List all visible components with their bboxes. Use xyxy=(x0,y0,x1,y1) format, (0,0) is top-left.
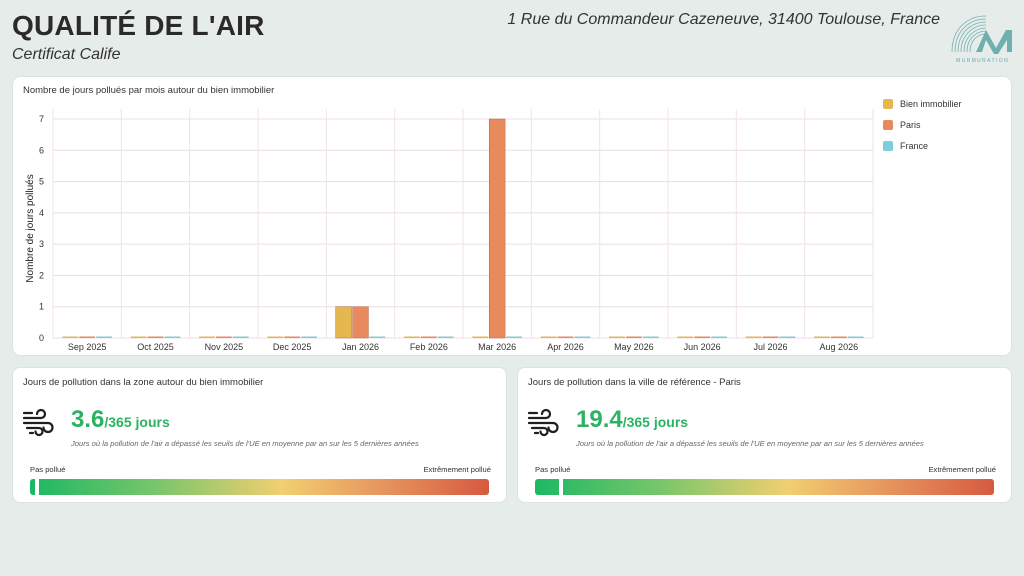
x-tick-label: Aug 2026 xyxy=(820,342,859,352)
zone-pollution-card: Jours de pollution dans la zone autour d… xyxy=(12,367,507,503)
bar-bien-immobilier xyxy=(267,336,284,338)
bar-paris xyxy=(488,118,506,339)
bar-paris xyxy=(694,336,711,338)
bar-france xyxy=(711,336,727,338)
monthly-pollution-chart-card: Nombre de jours pollués par mois autour … xyxy=(12,76,1012,356)
legend-item-france[interactable]: France xyxy=(883,135,962,156)
bar-bien-immobilier xyxy=(540,336,557,338)
bar-bien-immobilier xyxy=(677,336,694,338)
city-pollution-card: Jours de pollution dans la ville de réfé… xyxy=(517,367,1012,503)
x-tick-label: May 2026 xyxy=(614,342,654,352)
bar-france xyxy=(779,336,796,338)
x-tick-label: Jan 2026 xyxy=(342,342,379,352)
y-tick-label: 6 xyxy=(39,145,44,155)
x-tick-label: Jun 2026 xyxy=(684,342,721,352)
city-description: Jours où la pollution de l'air a dépassé… xyxy=(576,439,924,448)
bar-france xyxy=(301,336,317,338)
page-subtitle: Certificat Calife xyxy=(12,46,121,63)
bar-france xyxy=(847,336,864,338)
bar-france xyxy=(437,336,454,338)
bar-france xyxy=(164,336,181,338)
wind-icon xyxy=(22,408,54,437)
legend-swatch-france xyxy=(883,140,893,151)
bar-bien-immobilier xyxy=(404,336,420,338)
y-tick-label: 2 xyxy=(39,270,44,280)
bar-france xyxy=(369,336,386,338)
bar-bien-immobilier xyxy=(745,336,762,338)
bar-bien-immobilier xyxy=(609,336,625,338)
city-card-title: Jours de pollution dans la ville de réfé… xyxy=(528,377,741,388)
zone-days-number: 3.6 xyxy=(71,406,105,433)
x-tick-label: Dec 2025 xyxy=(273,342,312,352)
y-tick-label: 3 xyxy=(39,239,44,249)
zone-gauge-marker xyxy=(34,478,39,496)
city-days-suffix: /365 jours xyxy=(622,414,689,430)
x-tick-label: Oct 2025 xyxy=(137,342,174,352)
bar-france xyxy=(642,336,659,338)
property-address: 1 Rue du Commandeur Cazeneuve, 31400 Tou… xyxy=(507,11,940,28)
wind-icon xyxy=(527,408,559,437)
legend-label: Paris xyxy=(900,119,921,130)
bar-paris xyxy=(79,336,96,338)
bar-paris xyxy=(557,336,574,338)
y-tick-label: 5 xyxy=(39,177,44,187)
city-days-number: 19.4 xyxy=(576,406,623,433)
city-scale-low-label: Pas pollué xyxy=(535,465,571,474)
bar-bien-immobilier xyxy=(814,336,830,338)
bar-france xyxy=(232,336,249,338)
legend-item-bien-immobilier[interactable]: Bien immobilier xyxy=(883,93,962,114)
x-tick-label: Feb 2026 xyxy=(410,342,448,352)
legend-swatch-paris xyxy=(883,119,893,130)
y-tick-label: 0 xyxy=(39,333,44,343)
y-tick-label: 1 xyxy=(39,302,44,312)
bar-paris xyxy=(284,336,301,338)
x-tick-label: Mar 2026 xyxy=(478,342,516,352)
page-title: QUALITÉ DE L'AIR xyxy=(12,10,265,41)
y-tick-label: 4 xyxy=(39,208,44,218)
zone-scale-high-label: Extrêmement pollué xyxy=(423,465,491,474)
legend-label: Bien immobilier xyxy=(900,98,962,109)
x-tick-label: Apr 2026 xyxy=(547,342,584,352)
bar-paris xyxy=(625,336,642,338)
bar-france xyxy=(574,336,591,338)
y-axis-label: Nombre de jours pollués xyxy=(25,174,36,282)
bar-paris xyxy=(830,336,847,338)
bar-france xyxy=(96,336,112,338)
bar-france xyxy=(506,336,522,338)
legend-swatch-bien-immobilier xyxy=(883,98,893,109)
zone-scale-low-label: Pas pollué xyxy=(30,465,66,474)
y-tick-label: 7 xyxy=(39,114,44,124)
legend-item-paris[interactable]: Paris xyxy=(883,114,962,135)
city-pollution-gauge xyxy=(535,478,994,496)
monthly-pollution-chart: 0 1 2 3 4 5 6 7 Nombre de jours pollués Sep 2025 O… xyxy=(25,109,874,352)
bar-bien-immobilier xyxy=(62,336,79,338)
zone-pollution-value: 3.6/365 jours xyxy=(71,406,170,434)
bar-bien-immobilier xyxy=(199,336,215,338)
city-pollution-value: 19.4/365 jours xyxy=(576,406,688,434)
bar-bien-immobilier xyxy=(472,336,489,338)
bar-paris xyxy=(352,306,369,339)
zone-pollution-gauge xyxy=(30,478,489,496)
bar-bien-immobilier xyxy=(130,336,147,338)
logo-text: MURMURATION xyxy=(956,58,1010,64)
x-tick-label: Sep 2025 xyxy=(68,342,107,352)
bar-paris xyxy=(147,336,164,338)
city-scale-high-label: Extrêmement pollué xyxy=(928,465,996,474)
chart-legend: Bien immobilier Paris France xyxy=(883,93,962,156)
bar-paris xyxy=(215,336,232,338)
x-tick-label: Jul 2026 xyxy=(753,342,787,352)
city-gauge-marker xyxy=(559,478,564,496)
zone-card-title: Jours de pollution dans la zone autour d… xyxy=(23,377,264,388)
bar-paris xyxy=(762,336,779,338)
x-tick-label: Nov 2025 xyxy=(205,342,244,352)
bar-bien-immobilier xyxy=(335,306,352,339)
zone-days-suffix: /365 jours xyxy=(104,414,170,430)
zone-description: Jours où la pollution de l'air a dépassé… xyxy=(71,439,419,448)
bar-paris xyxy=(420,336,437,338)
legend-label: France xyxy=(900,140,929,151)
